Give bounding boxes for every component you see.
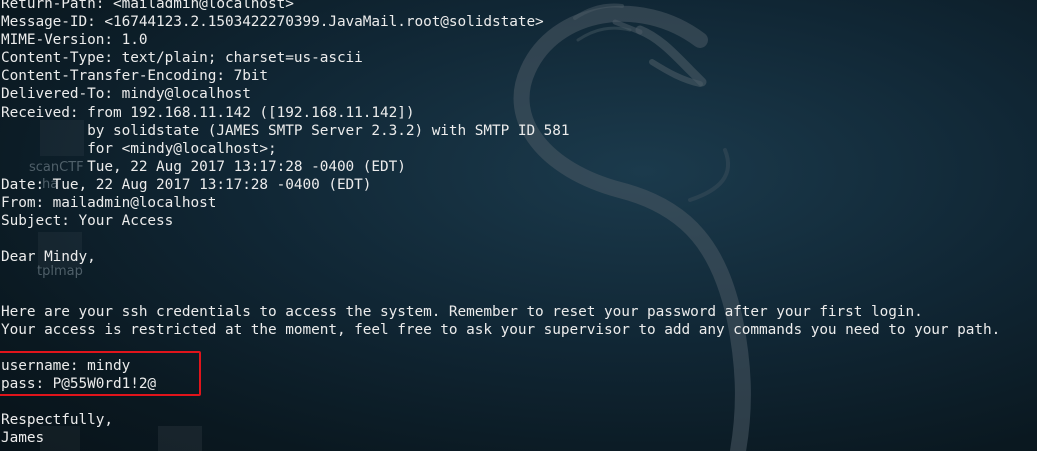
- email-body-line-2: Your access is restricted at the moment,…: [1, 321, 1001, 338]
- email-header-mime-version: MIME-Version: 1.0: [1, 32, 148, 49]
- email-header-from: From: mailadmin@localhost: [1, 195, 217, 212]
- email-greeting: Dear Mindy,: [1, 249, 96, 266]
- email-header-message-id: Message-ID: <16744123.2.1503422270399.Ja…: [1, 14, 544, 31]
- email-header-received-for: for <mindy@localhost>;: [1, 140, 277, 157]
- email-header-received-date: Tue, 22 Aug 2017 13:17:28 -0400 (EDT): [1, 158, 406, 175]
- credentials-highlight-box: [0, 351, 201, 396]
- email-header-received-by: by solidstate (JAMES SMTP Server 2.3.2) …: [1, 122, 570, 139]
- email-header-subject: Subject: Your Access: [1, 213, 174, 230]
- email-header-content-type: Content-Type: text/plain; charset=us-asc…: [1, 50, 363, 67]
- desktop: { "desktop": { "icon_labels": ["scanCTF"…: [0, 0, 1037, 451]
- email-header-date: Date: Tue, 22 Aug 2017 13:17:28 -0400 (E…: [1, 176, 372, 193]
- email-signoff: Respectfully,: [1, 412, 113, 429]
- email-body-line-1: Here are your ssh credentials to access …: [1, 303, 923, 320]
- email-header-return-path: Return-Path: <mailadmin@localhost>: [1, 0, 294, 12]
- email-signature: James: [1, 430, 45, 447]
- email-header-transfer-encoding: Content-Transfer-Encoding: 7bit: [1, 68, 269, 85]
- email-header-delivered-to: Delivered-To: mindy@localhost: [1, 86, 251, 103]
- email-header-received: Received: from 192.168.11.142 ([192.168.…: [1, 104, 415, 121]
